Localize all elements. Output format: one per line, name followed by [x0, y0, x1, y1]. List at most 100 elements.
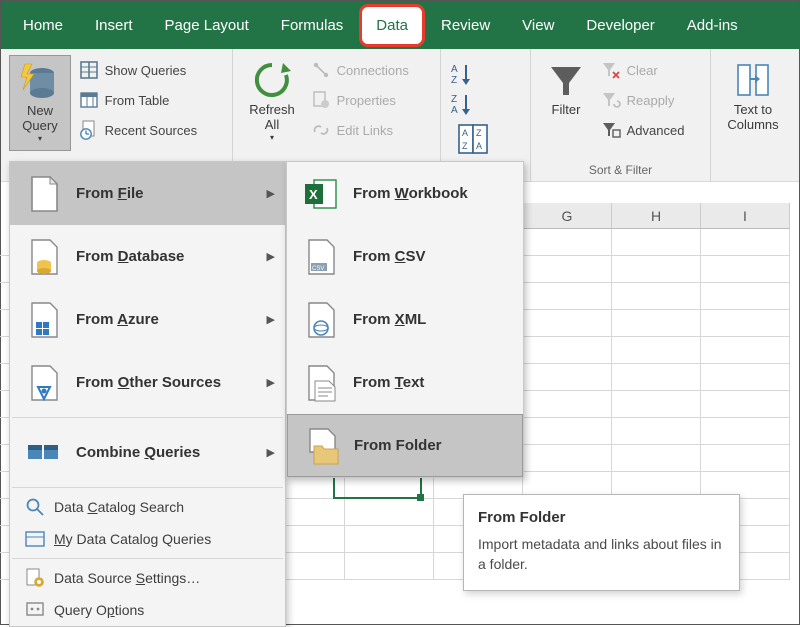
excel-workbook-icon: X [301, 174, 341, 214]
advanced-label: Advanced [627, 123, 685, 138]
database-lightning-icon [19, 60, 61, 102]
refresh-all-label: Refresh All [249, 103, 295, 133]
connections-button[interactable]: Connections [311, 55, 409, 85]
chevron-down-icon: ▾ [38, 134, 42, 143]
ribbon-group-filter: Filter Clear Reapply Advanced Sort & Fil… [531, 49, 711, 181]
new-query-label: New Query [22, 104, 57, 134]
group-label-sort-filter: Sort & Filter [531, 163, 710, 177]
recent-sources-button[interactable]: Recent Sources [79, 115, 198, 145]
database-icon [24, 237, 64, 277]
other-sources-icon [24, 363, 64, 403]
tab-formulas[interactable]: Formulas [265, 4, 360, 47]
text-to-columns-button[interactable]: Text to Columns [719, 55, 787, 151]
menu-separator [12, 417, 283, 418]
menu-label: From Text [353, 374, 424, 391]
chevron-down-icon: ▾ [270, 133, 274, 142]
menu-from-file[interactable]: From File ▶ [10, 162, 285, 225]
csv-file-icon: CSV [301, 237, 341, 277]
menu-label: From Folder [354, 437, 442, 454]
refresh-all-button[interactable]: Refresh All ▾ [241, 55, 303, 151]
xml-file-icon [301, 300, 341, 340]
chevron-right-icon: ▶ [267, 313, 275, 326]
filter-label: Filter [552, 103, 581, 118]
svg-text:Z: Z [476, 128, 482, 138]
funnel-clear-icon [601, 60, 621, 80]
svg-text:Z: Z [451, 75, 457, 86]
new-query-button[interactable]: New Query ▾ [9, 55, 71, 151]
from-table-label: From Table [105, 93, 170, 108]
menu-label: Combine Queries [76, 444, 200, 461]
sort-dialog-icon: AZZA [455, 121, 491, 157]
tab-home[interactable]: Home [7, 4, 79, 47]
menu-from-other-sources[interactable]: From Other Sources ▶ [10, 351, 285, 414]
tab-page-layout[interactable]: Page Layout [149, 4, 265, 47]
menu-from-text[interactable]: From Text [287, 351, 523, 414]
menu-data-source-settings[interactable]: Data Source Settings… [10, 562, 285, 594]
gear-document-icon [24, 567, 46, 589]
menu-catalog-search[interactable]: Data Catalog Search [10, 491, 285, 523]
menu-separator [12, 558, 283, 559]
svg-text:A: A [451, 64, 458, 75]
funnel-reapply-icon [601, 90, 621, 110]
clear-filter-button[interactable]: Clear [601, 55, 685, 85]
queries-panel-icon [79, 60, 99, 80]
menu-from-folder[interactable]: From Folder [287, 414, 523, 477]
tooltip-body: Import metadata and links about files in… [478, 534, 725, 575]
menu-from-csv[interactable]: CSV From CSV [287, 225, 523, 288]
table-icon [79, 90, 99, 110]
menu-combine-queries[interactable]: Combine Queries ▶ [10, 421, 285, 484]
menu-from-database[interactable]: From Database ▶ [10, 225, 285, 288]
tab-developer[interactable]: Developer [570, 4, 670, 47]
folder-icon [302, 426, 342, 466]
ribbon-group-data-tools: Text to Columns [711, 49, 799, 181]
menu-label: From Azure [76, 311, 159, 328]
menu-label: Data Source Settings… [54, 570, 200, 586]
tab-insert[interactable]: Insert [79, 4, 149, 47]
chevron-right-icon: ▶ [267, 250, 275, 263]
tab-view[interactable]: View [506, 4, 570, 47]
menu-label: Query Options [54, 602, 144, 618]
menu-separator [12, 487, 283, 488]
options-icon [24, 599, 46, 621]
column-header[interactable]: I [701, 203, 790, 229]
tab-review[interactable]: Review [425, 4, 506, 47]
sort-descending-button[interactable]: ZA [449, 91, 475, 117]
svg-text:A: A [462, 128, 468, 138]
menu-label: From CSV [353, 248, 426, 265]
refresh-icon [251, 59, 293, 101]
tooltip-from-folder: From Folder Import metadata and links ab… [463, 494, 740, 591]
menu-query-options[interactable]: Query Options [10, 594, 285, 626]
menu-label: From Workbook [353, 185, 468, 202]
tab-addins[interactable]: Add-ins [671, 4, 754, 47]
azure-icon [24, 300, 64, 340]
properties-button[interactable]: Properties [311, 85, 409, 115]
edit-links-icon [311, 120, 331, 140]
funnel-icon [545, 59, 587, 101]
text-file-icon [301, 363, 341, 403]
connections-label: Connections [337, 63, 409, 78]
menu-my-catalog[interactable]: My Data Catalog Queries [10, 523, 285, 555]
menu-from-xml[interactable]: From XML [287, 288, 523, 351]
sort-ascending-button[interactable]: AZ [449, 61, 475, 87]
menu-label: From Database [76, 248, 184, 265]
column-header[interactable]: G [523, 203, 612, 229]
edit-links-button[interactable]: Edit Links [311, 115, 409, 145]
menu-from-workbook[interactable]: X From Workbook [287, 162, 523, 225]
show-queries-button[interactable]: Show Queries [79, 55, 198, 85]
chevron-right-icon: ▶ [267, 446, 275, 459]
tab-data[interactable]: Data [359, 4, 425, 47]
from-table-button[interactable]: From Table [79, 85, 198, 115]
filter-button[interactable]: Filter [539, 55, 593, 151]
advanced-filter-button[interactable]: Advanced [601, 115, 685, 145]
edit-links-label: Edit Links [337, 123, 393, 138]
column-header[interactable]: H [612, 203, 701, 229]
reapply-filter-button[interactable]: Reapply [601, 85, 685, 115]
combine-queries-icon [24, 433, 64, 473]
svg-text:X: X [309, 187, 318, 202]
show-queries-label: Show Queries [105, 63, 187, 78]
menu-from-azure[interactable]: From Azure ▶ [10, 288, 285, 351]
clock-document-icon [79, 120, 99, 140]
menu-label: From XML [353, 311, 426, 328]
chevron-right-icon: ▶ [267, 187, 275, 200]
properties-label: Properties [337, 93, 396, 108]
